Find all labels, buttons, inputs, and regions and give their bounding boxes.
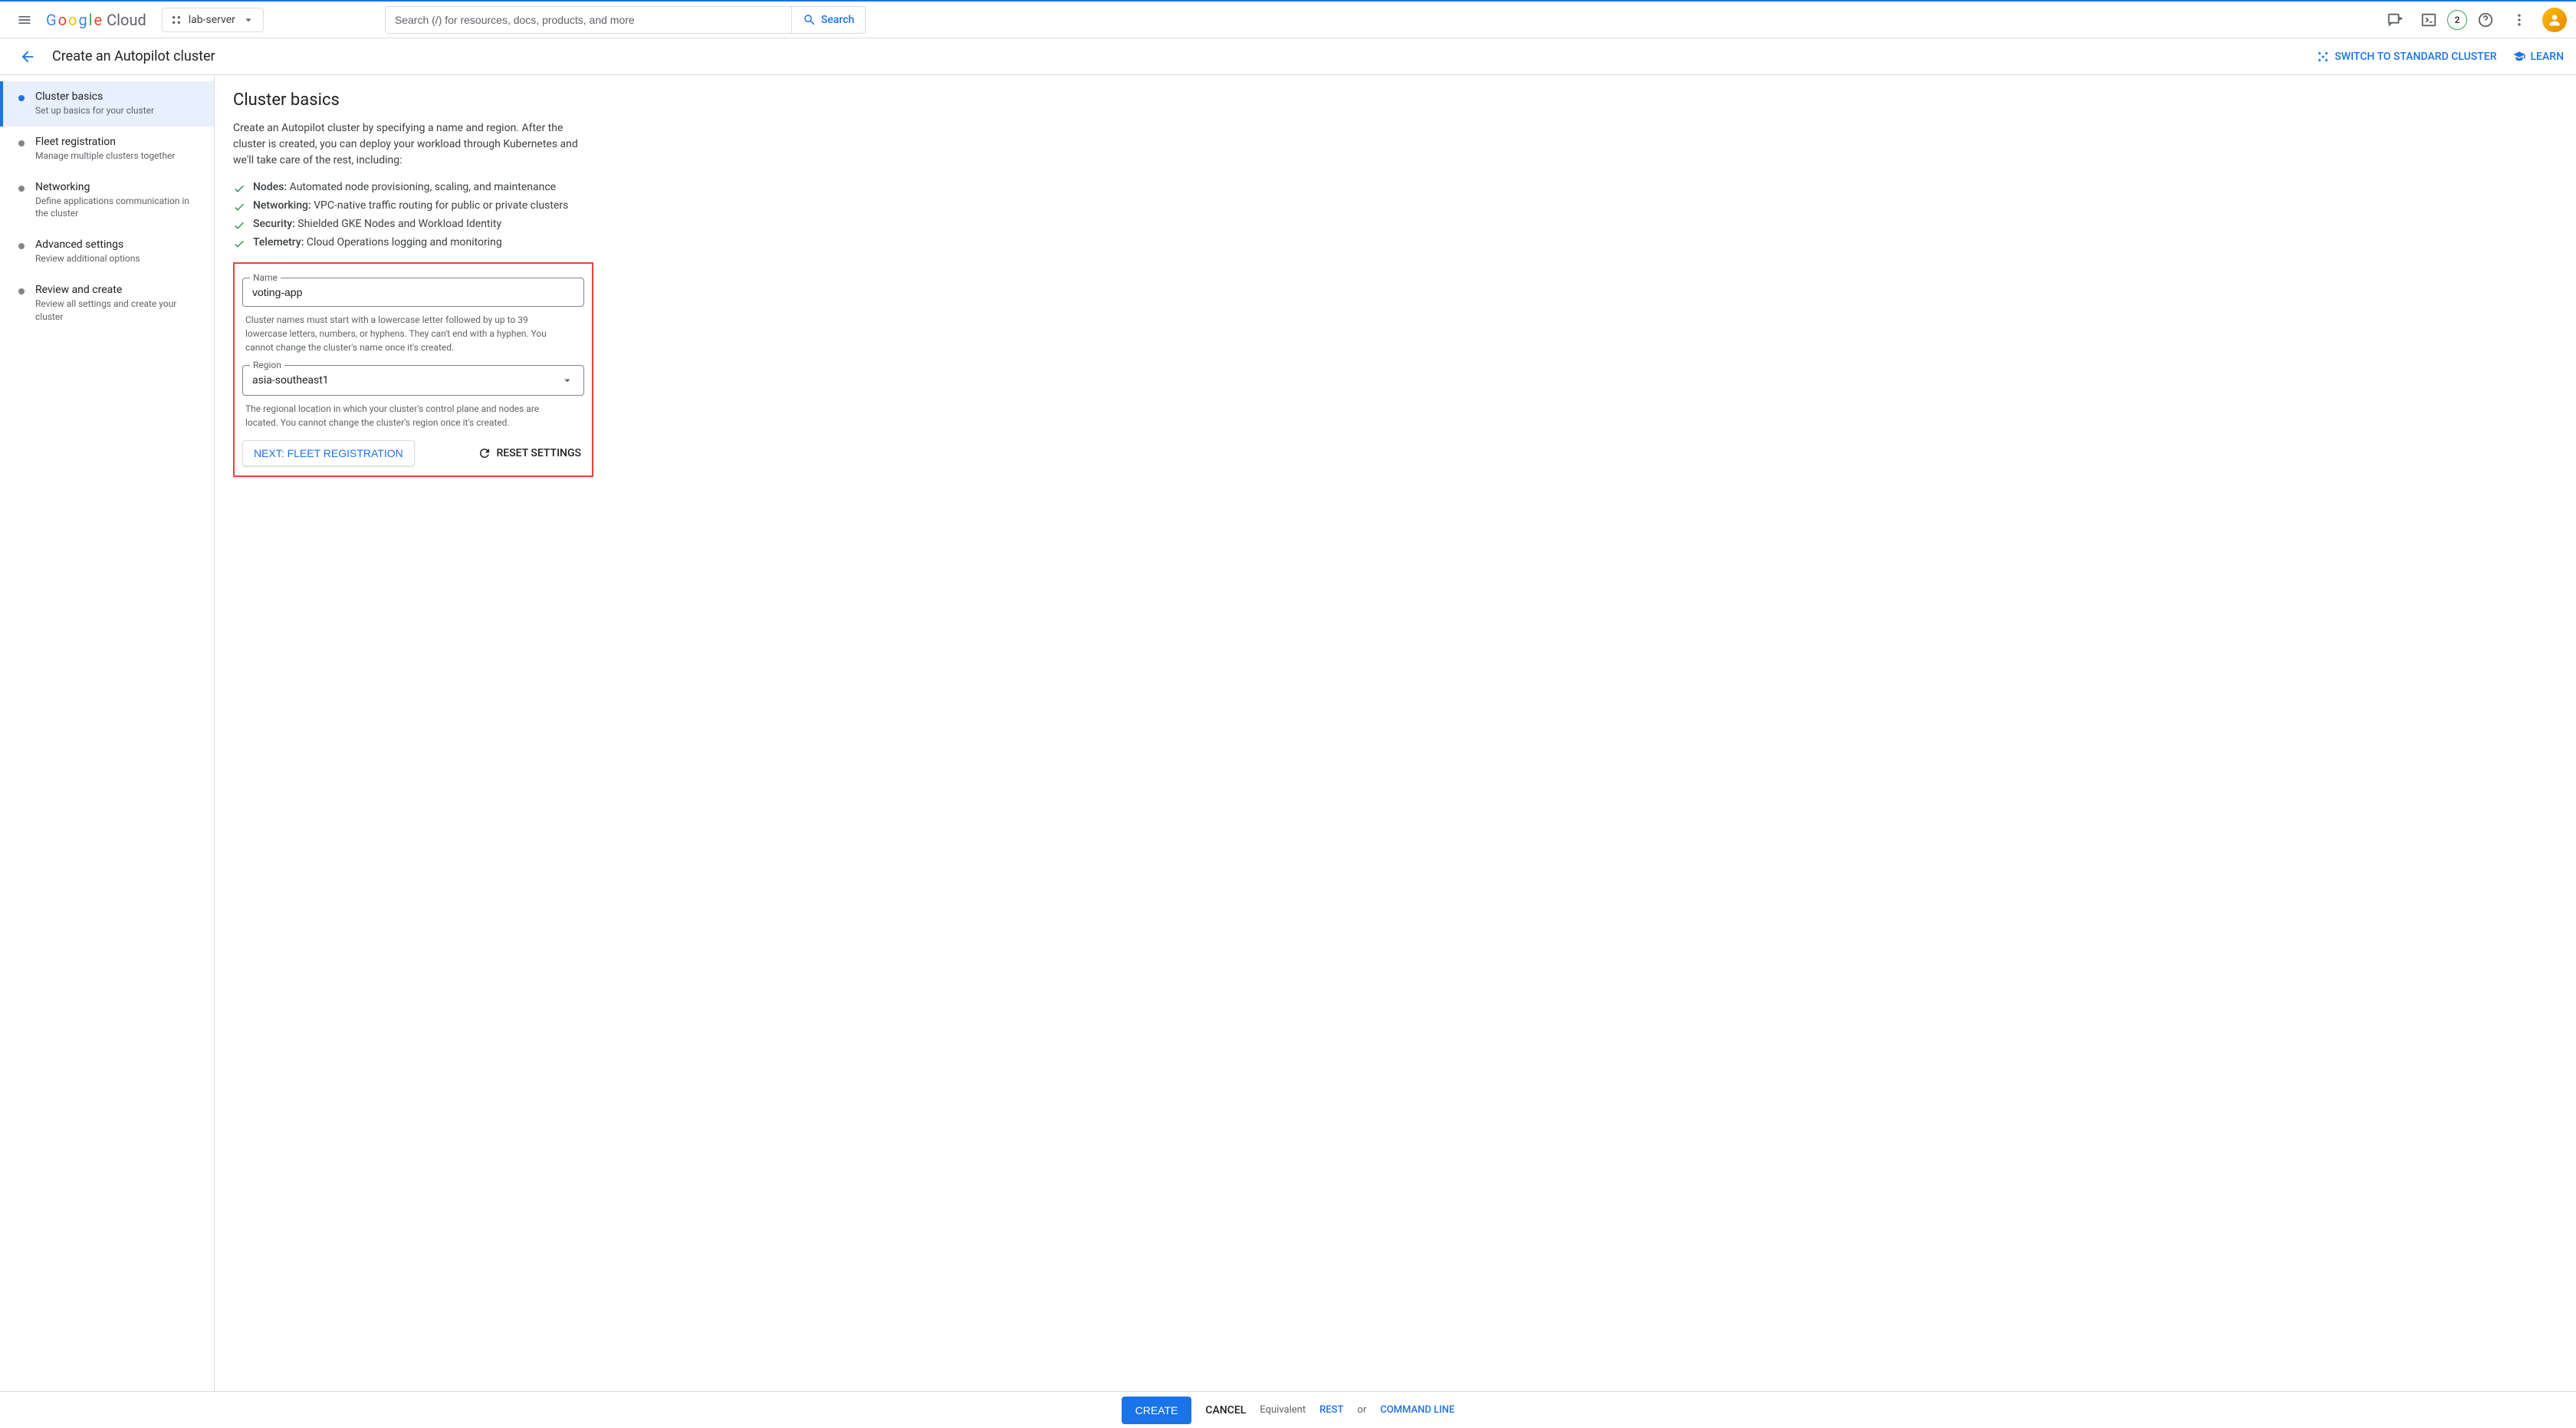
page-title: Create an Autopilot cluster	[52, 48, 215, 64]
step-desc: Set up basics for your cluster	[35, 104, 154, 117]
logo[interactable]: GoogleCloud	[46, 11, 146, 29]
check-icon	[233, 238, 245, 250]
step-bullet-icon	[18, 95, 25, 101]
region-field-wrap: Region asia-southeast1	[242, 365, 584, 396]
project-selector[interactable]: lab-server	[162, 8, 264, 32]
step-desc: Define applications communication in the…	[35, 195, 202, 221]
or-label: or	[1357, 1404, 1366, 1416]
step-advanced-settings[interactable]: Advanced settings Review additional opti…	[0, 229, 214, 275]
highlight-box: Name Cluster names must start with a low…	[233, 262, 593, 477]
name-help: Cluster names must start with a lowercas…	[245, 313, 567, 354]
step-bullet-icon	[18, 186, 25, 192]
footer-bar: CREATE CANCEL Equivalent REST or COMMAND…	[0, 1391, 2576, 1428]
name-label: Name	[250, 272, 281, 283]
search-input[interactable]	[385, 6, 791, 34]
name-input[interactable]	[242, 278, 584, 307]
step-title: Networking	[35, 181, 202, 193]
check-icon	[233, 219, 245, 232]
check-icon	[233, 183, 245, 195]
step-desc: Manage multiple clusters together	[35, 150, 175, 163]
step-networking[interactable]: Networking Define applications communica…	[0, 172, 214, 230]
action-row: NEXT: FLEET REGISTRATION RESET SETTINGS	[242, 440, 581, 466]
header-right: 2	[2380, 5, 2567, 35]
step-title: Cluster basics	[35, 90, 154, 103]
send-feedback-icon[interactable]	[2380, 5, 2410, 35]
hamburger-icon[interactable]	[9, 5, 40, 35]
step-bullet-icon	[18, 140, 25, 146]
dropdown-icon	[560, 373, 574, 387]
create-button[interactable]: CREATE	[1122, 1397, 1192, 1424]
content: Cluster basics Create an Autopilot clust…	[215, 75, 2576, 1391]
dropdown-icon	[242, 13, 255, 27]
next-button[interactable]: NEXT: FLEET REGISTRATION	[242, 440, 415, 466]
avatar[interactable]	[2542, 8, 2567, 32]
back-arrow-icon[interactable]	[12, 41, 43, 72]
step-fleet-registration[interactable]: Fleet registration Manage multiple clust…	[0, 127, 214, 172]
step-title: Review and create	[35, 284, 202, 296]
search-wrap: Search	[385, 6, 866, 34]
learn-button[interactable]: LEARN	[2512, 50, 2564, 64]
search-icon	[803, 13, 816, 27]
feature-item: Security: Shielded GKE Nodes and Workloa…	[233, 218, 2558, 232]
project-icon	[170, 14, 182, 26]
command-line-link[interactable]: COMMAND LINE	[1380, 1404, 1454, 1416]
switch-to-standard-button[interactable]: SWITCH TO STANDARD CLUSTER	[2316, 50, 2496, 64]
cloud-shell-icon[interactable]	[2413, 5, 2444, 35]
feature-item: Networking: VPC-native traffic routing f…	[233, 199, 2558, 213]
content-heading: Cluster basics	[233, 90, 2558, 110]
step-bullet-icon	[18, 288, 25, 294]
help-icon[interactable]	[2470, 5, 2501, 35]
step-desc: Review all settings and create your clus…	[35, 298, 202, 324]
feature-item: Nodes: Automated node provisioning, scal…	[233, 181, 2558, 195]
header: GoogleCloud lab-server Search 2	[0, 2, 2576, 38]
equivalent-label: Equivalent	[1260, 1404, 1306, 1416]
project-name: lab-server	[189, 14, 235, 26]
trial-badge[interactable]: 2	[2447, 10, 2467, 30]
step-desc: Review additional options	[35, 252, 140, 265]
step-cluster-basics[interactable]: Cluster basics Set up basics for your cl…	[0, 81, 214, 127]
search-button[interactable]: Search	[791, 6, 866, 34]
step-title: Fleet registration	[35, 136, 175, 148]
sub-header: Create an Autopilot cluster SWITCH TO ST…	[0, 38, 2576, 75]
name-field-wrap: Name	[242, 278, 584, 307]
step-bullet-icon	[18, 243, 25, 249]
search-btn-label: Search	[821, 14, 854, 26]
intro-text: Create an Autopilot cluster by specifyin…	[233, 120, 578, 169]
cancel-button[interactable]: CANCEL	[1205, 1404, 1246, 1416]
region-select[interactable]: asia-southeast1	[242, 365, 584, 396]
refresh-icon	[478, 446, 491, 460]
region-label: Region	[250, 360, 284, 370]
check-icon	[233, 201, 245, 213]
region-value: asia-southeast1	[252, 374, 329, 387]
feature-list: Nodes: Automated node provisioning, scal…	[233, 181, 2558, 250]
learn-icon	[2512, 50, 2526, 64]
feature-item: Telemetry: Cloud Operations logging and …	[233, 236, 2558, 250]
sidebar: Cluster basics Set up basics for your cl…	[0, 75, 215, 1391]
region-help: The regional location in which your clus…	[245, 402, 567, 429]
main: Cluster basics Set up basics for your cl…	[0, 75, 2576, 1391]
reset-button[interactable]: RESET SETTINGS	[478, 446, 581, 460]
step-title: Advanced settings	[35, 239, 140, 251]
switch-icon	[2316, 50, 2330, 64]
rest-link[interactable]: REST	[1319, 1404, 1343, 1416]
more-icon[interactable]	[2504, 5, 2535, 35]
step-review-create[interactable]: Review and create Review all settings an…	[0, 275, 214, 333]
